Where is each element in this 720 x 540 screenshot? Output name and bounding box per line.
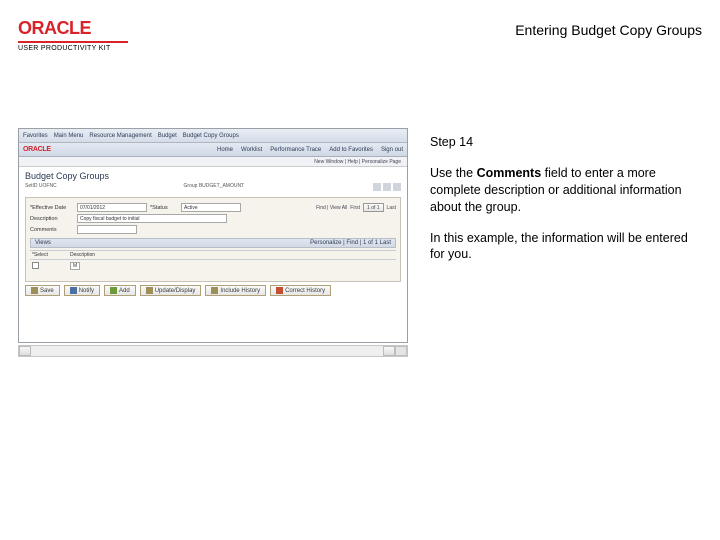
- ss-link-signout[interactable]: Sign out: [381, 147, 403, 153]
- brand-logo-bar: [18, 41, 128, 43]
- ss-input-comments[interactable]: [77, 225, 137, 234]
- ss-setid: SetID UOFNC: [25, 183, 57, 193]
- scroll-track[interactable]: [31, 346, 383, 356]
- ss-personalize-link[interactable]: Personalize | Find |: [310, 240, 361, 246]
- embedded-screenshot: Favorites Main Menu Resource Management …: [18, 128, 408, 343]
- instruction-p2: In this example, the information will be…: [430, 230, 698, 264]
- instruction-panel: Step 14 Use the Comments field to enter …: [430, 134, 698, 277]
- ss-menu-item[interactable]: Resource Management: [89, 133, 151, 139]
- page-title: Entering Budget Copy Groups: [515, 22, 702, 38]
- ss-page-title: Budget Copy Groups: [19, 167, 407, 183]
- brand-logo: ORACLE USER PRODUCTIVITY KIT: [18, 18, 128, 52]
- ss-pager2: 1 of 1: [363, 240, 378, 246]
- ss-input-effdate[interactable]: 07/01/2012: [77, 203, 147, 212]
- instruction-p1-bold: Comments: [477, 166, 542, 180]
- ss-link-addfav[interactable]: Add to Favorites: [329, 147, 373, 153]
- ss-add-button[interactable]: Add: [104, 285, 136, 296]
- ss-update-button[interactable]: Update/Display: [140, 285, 202, 296]
- ss-correct-button[interactable]: Correct History: [270, 285, 331, 296]
- ss-first-link[interactable]: First: [350, 205, 360, 211]
- ss-table-row: M: [30, 260, 396, 275]
- ss-save-button[interactable]: Save: [25, 285, 60, 296]
- ss-link-home[interactable]: Home: [217, 147, 233, 153]
- brand-logo-word: ORACLE: [18, 18, 128, 39]
- ss-header-bar: ORACLE Home Worklist Performance Trace A…: [19, 143, 407, 157]
- ss-menu-item[interactable]: Budget: [158, 133, 177, 139]
- notify-icon: [70, 287, 77, 294]
- ss-checkbox[interactable]: [32, 262, 39, 269]
- ss-label-effdate: *Effective Date: [30, 205, 74, 211]
- update-icon: [146, 287, 153, 294]
- step-label: Step 14: [430, 134, 698, 151]
- add-icon: [110, 287, 117, 294]
- ss-col-select: *Select: [30, 252, 70, 258]
- scroll-right-arrow[interactable]: [383, 346, 395, 356]
- ss-pager: 1 of 1: [363, 203, 384, 212]
- ss-table-header: *Select Description: [30, 250, 396, 260]
- instruction-p1: Use the Comments field to enter a more c…: [430, 165, 698, 216]
- instruction-p1a: Use the: [430, 166, 477, 180]
- ss-page-tools[interactable]: New Window | Help | Personalize Page: [19, 157, 407, 167]
- scroll-left-arrow[interactable]: [19, 346, 31, 356]
- horizontal-scrollbar[interactable]: [18, 345, 408, 357]
- ss-find-link[interactable]: Find | View All: [316, 205, 347, 211]
- ss-views-header: Views Personalize | Find | 1 of 1 Last: [30, 238, 396, 248]
- ss-toolbar: Save Notify Add Update/Display Include H…: [25, 285, 401, 296]
- ss-label-comments: Comments: [30, 227, 74, 233]
- ss-label-desc: Description: [30, 216, 74, 222]
- ss-menu-bar: Favorites Main Menu Resource Management …: [19, 129, 407, 143]
- ss-form-pane: *Effective Date 07/01/2012 *Status Activ…: [25, 197, 401, 282]
- ss-link-worklist[interactable]: Worklist: [241, 147, 262, 153]
- ss-last-link[interactable]: Last: [387, 205, 396, 211]
- ss-menu-item[interactable]: Budget Copy Groups: [183, 133, 239, 139]
- ss-oracle-logo: ORACLE: [23, 146, 51, 153]
- ss-link-perf[interactable]: Performance Trace: [270, 147, 321, 153]
- save-icon: [31, 287, 38, 294]
- scroll-end: [395, 346, 407, 356]
- ss-menu-item[interactable]: Favorites: [23, 133, 48, 139]
- ss-group: Group BUDGET_AMOUNT: [184, 183, 245, 193]
- ss-tool-icons: [371, 183, 401, 193]
- correct-icon: [276, 287, 283, 294]
- ss-last2-link[interactable]: Last: [380, 240, 391, 246]
- history-icon: [211, 287, 218, 294]
- ss-label-status: *Status: [150, 205, 178, 211]
- ss-notify-button[interactable]: Notify: [64, 285, 100, 296]
- ss-history-button[interactable]: Include History: [205, 285, 266, 296]
- brand-logo-subtitle: USER PRODUCTIVITY KIT: [18, 45, 128, 52]
- ss-views-title: Views: [35, 240, 51, 246]
- ss-input-status[interactable]: Active: [181, 203, 241, 212]
- ss-menu-item[interactable]: Main Menu: [54, 133, 84, 139]
- ss-input-desc[interactable]: Copy fiscal budget to initial: [77, 214, 227, 223]
- ss-col-desc: Description: [70, 252, 396, 258]
- ss-cell-input[interactable]: M: [70, 262, 80, 270]
